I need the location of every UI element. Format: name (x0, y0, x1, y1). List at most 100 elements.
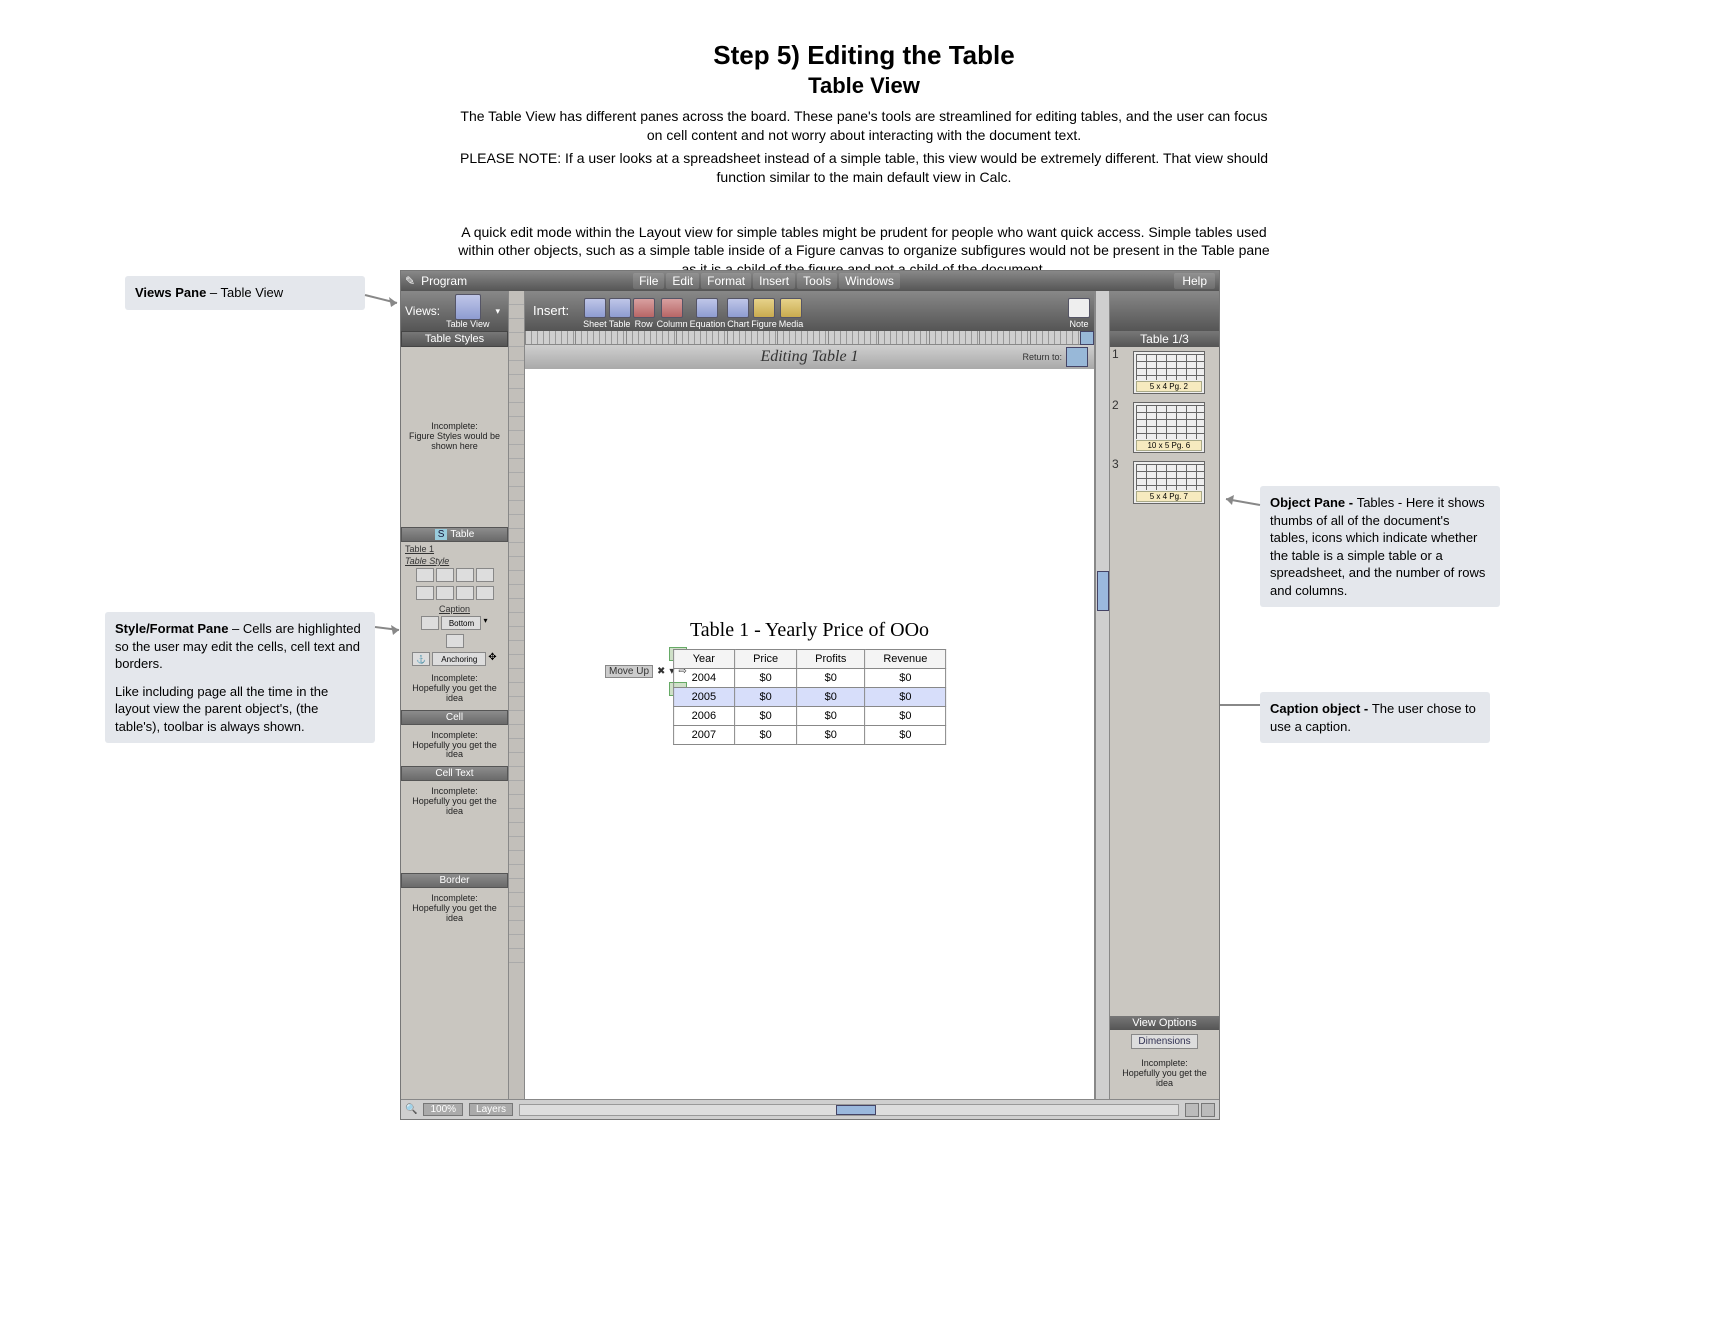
scrollbar-thumb[interactable] (836, 1105, 876, 1115)
page-title: Step 5) Editing the Table (0, 40, 1728, 71)
anchor-icon[interactable]: ⚓ (412, 652, 430, 666)
border-incomplete: Incomplete: Hopefully you get the idea (401, 888, 508, 930)
view-options-header[interactable]: View Options (1110, 1016, 1219, 1030)
table-thumb[interactable]: 10 x 5 Pg. 6 (1133, 402, 1205, 453)
search-icon[interactable]: 🔍 (405, 1104, 417, 1115)
close-icon[interactable]: ✖ (657, 666, 665, 677)
insert-chart-icon[interactable] (727, 298, 749, 318)
cell-incomplete: Incomplete: Hopefully you get the idea (401, 725, 508, 767)
table-styles-note: Incomplete: Figure Styles would be shown… (401, 347, 508, 527)
table-style-sub[interactable]: Table Style (401, 554, 508, 566)
page-subtitle: Table View (0, 73, 1728, 99)
menu-bar: File Edit Format Insert Tools Windows (633, 273, 900, 289)
insert-note-icon[interactable] (1068, 298, 1090, 318)
layers-button[interactable]: Layers (469, 1103, 513, 1116)
views-switcher[interactable]: Views: Table View ▾ (401, 291, 508, 331)
status-icon[interactable] (1185, 1103, 1199, 1117)
return-button[interactable]: Return to: (1022, 347, 1088, 367)
tool-icon[interactable] (436, 568, 454, 582)
titlebar: ✎ Program File Edit Format Insert Tools … (401, 271, 1219, 291)
table-header[interactable]: Table (450, 529, 474, 540)
horizontal-ruler[interactable] (525, 331, 1094, 345)
object-pane: Table 1/3 15 x 4 Pg. 2 210 x 5 Pg. 6 35 … (1109, 291, 1219, 1099)
insert-toolbar: Insert: Sheet Table Row Column Equation … (525, 291, 1094, 331)
menu-windows[interactable]: Windows (839, 273, 900, 289)
tool-icon[interactable] (456, 568, 474, 582)
layout-view-icon (1066, 347, 1088, 367)
menu-tools[interactable]: Tools (797, 273, 837, 289)
callout-style-pane: Style/Format Pane – Cells are highlighte… (105, 612, 375, 743)
object-pane-header: Table 1/3 (1110, 331, 1219, 347)
cell-text-incomplete: Incomplete: Hopefully you get the idea (401, 781, 508, 823)
caption-label[interactable]: Caption (401, 602, 508, 614)
status-bar: 🔍 100% Layers (401, 1099, 1219, 1119)
callout-views-pane: Views Pane – Table View (125, 276, 365, 310)
menu-file[interactable]: File (633, 273, 664, 289)
insert-column-icon[interactable] (661, 298, 683, 318)
dimensions-button[interactable]: Dimensions (1131, 1034, 1197, 1049)
table-row-selected[interactable]: 2005$0$0$0 (673, 688, 946, 707)
vertical-gutter (509, 291, 525, 1099)
left-pane: Views: Table View ▾ Table Styles Incompl… (401, 291, 509, 1099)
table-row[interactable]: 2006$0$0$0 (673, 707, 946, 726)
table-row[interactable]: 2007$0$0$0 (673, 726, 946, 745)
callout-object-pane: Object Pane - Tables - Here it shows thu… (1260, 486, 1500, 607)
app-window: ✎ Program File Edit Format Insert Tools … (400, 270, 1220, 1120)
insert-media-icon[interactable] (780, 298, 802, 318)
border-header[interactable]: Border (401, 873, 508, 888)
tool-icon[interactable] (476, 568, 494, 582)
scrollbar-thumb[interactable] (1097, 571, 1109, 611)
status-icon[interactable] (1201, 1103, 1215, 1117)
data-table[interactable]: YearPriceProfitsRevenue 2004$0$0$0 2005$… (673, 649, 947, 745)
table-thumb[interactable]: 5 x 4 Pg. 2 (1133, 351, 1205, 394)
tool-icon[interactable] (416, 568, 434, 582)
menu-help[interactable]: Help (1174, 273, 1215, 289)
menu-format[interactable]: Format (701, 273, 751, 289)
tool-icon[interactable] (476, 586, 494, 600)
insert-figure-icon[interactable] (753, 298, 775, 318)
table-row[interactable]: 2004$0$0$0 (673, 669, 946, 688)
table-tool-row-2 (401, 584, 508, 602)
app-logo-icon: ✎ (405, 274, 415, 288)
move-up-button[interactable]: Move Up (605, 665, 653, 678)
table-header-row: YearPriceProfitsRevenue (673, 650, 946, 669)
tool-icon[interactable] (416, 586, 434, 600)
insert-row-icon[interactable] (633, 298, 655, 318)
table-caption[interactable]: Table 1 - Yearly Price of OOo (690, 619, 929, 642)
tool-icon[interactable] (456, 586, 474, 600)
views-selected: Table View (446, 320, 489, 329)
insert-table-icon[interactable] (609, 298, 631, 318)
horizontal-scrollbar[interactable] (519, 1104, 1179, 1116)
menu-insert[interactable]: Insert (753, 273, 795, 289)
cell-text-header[interactable]: Cell Text (401, 766, 508, 781)
chevron-down-icon: ▾ (483, 616, 487, 630)
editing-title-row: Editing Table 1 Return to: (525, 345, 1094, 369)
table-canvas[interactable]: Move Up✖▾⇨ Table 1 - Yearly Price of OOo… (525, 369, 1094, 1099)
page-desc-2: PLEASE NOTE: If a user looks at a spread… (454, 149, 1274, 187)
move-icon[interactable]: ✥ (488, 652, 496, 666)
ruler-tab-icon[interactable] (1080, 331, 1094, 345)
page-desc-1: The Table View has different panes acros… (454, 107, 1274, 145)
table-thumb[interactable]: 5 x 4 Pg. 7 (1133, 461, 1205, 504)
center-area: Insert: Sheet Table Row Column Equation … (525, 291, 1095, 1099)
views-label: Views: (405, 304, 440, 318)
tool-icon[interactable] (436, 586, 454, 600)
chevron-down-icon: ▾ (496, 306, 501, 317)
table-styles-header[interactable]: Table Styles (401, 331, 508, 347)
editing-title: Editing Table 1 (760, 348, 858, 366)
cell-header[interactable]: Cell (401, 710, 508, 725)
anchoring-dropdown[interactable]: Anchoring (432, 652, 486, 666)
insert-label: Insert: (529, 303, 581, 318)
insert-equation-icon[interactable] (696, 298, 718, 318)
callout-caption-object: Caption object - The user chose to use a… (1260, 692, 1490, 743)
zoom-level[interactable]: 100% (423, 1103, 463, 1116)
view-options-incomplete: Incomplete: Hopefully you get the idea (1114, 1053, 1215, 1095)
tool-icon[interactable] (446, 634, 464, 648)
insert-sheet-icon[interactable] (584, 298, 606, 318)
bottom-dropdown[interactable]: Bottom (441, 616, 481, 630)
tool-icon[interactable] (421, 616, 439, 630)
menu-edit[interactable]: Edit (666, 273, 699, 289)
vertical-scrollbar[interactable] (1095, 291, 1109, 1099)
table-incomplete: Incomplete: Hopefully you get the idea (401, 668, 508, 710)
table-id-label[interactable]: Table 1 (401, 542, 508, 554)
